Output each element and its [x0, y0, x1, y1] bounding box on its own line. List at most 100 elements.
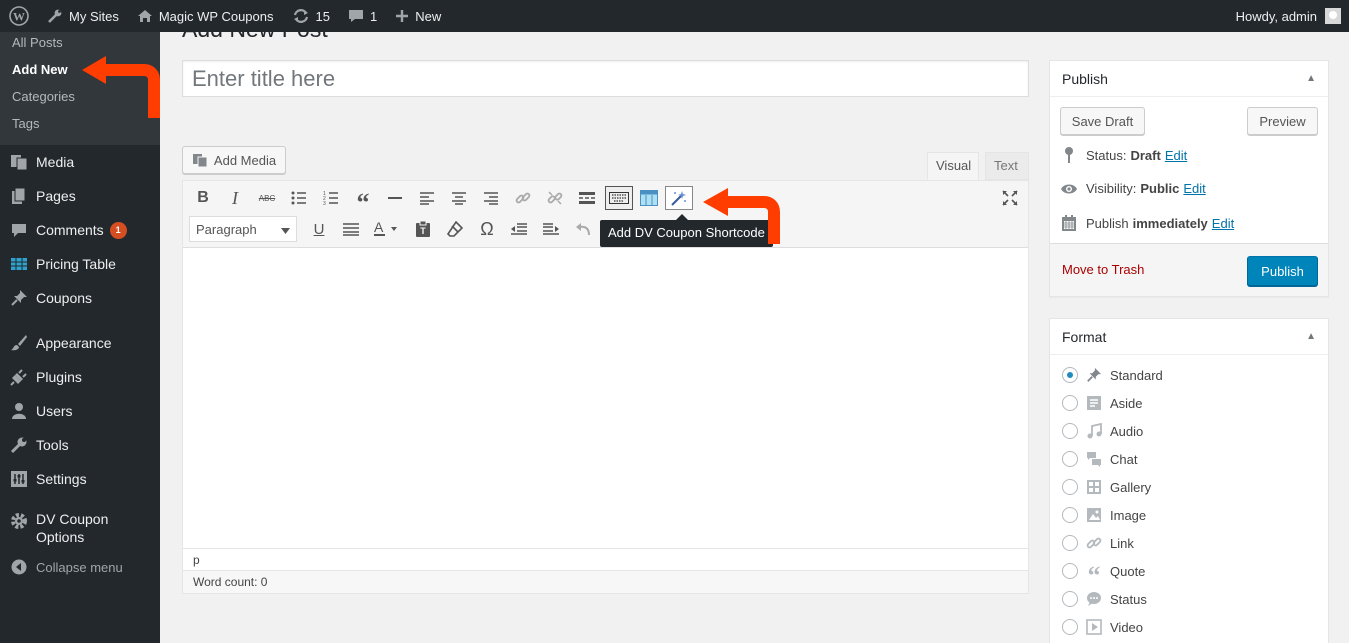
format-label: Standard: [1110, 367, 1163, 383]
sidebar-item-comments[interactable]: Comments 1: [0, 213, 160, 247]
toolbar-row-2: Paragraph U A T Ω: [187, 214, 599, 244]
tab-text[interactable]: Text: [985, 152, 1029, 180]
publish-box-title: Publish: [1062, 71, 1108, 87]
radio-gallery[interactable]: [1062, 479, 1078, 495]
collapse-menu-button[interactable]: Collapse menu: [0, 550, 160, 584]
word-count: Word count: 0: [183, 570, 1028, 593]
avatar[interactable]: [1325, 8, 1341, 24]
sidebar-item-media[interactable]: Media: [0, 145, 160, 179]
format-option-link[interactable]: Link: [1062, 533, 1134, 553]
radio-audio[interactable]: [1062, 423, 1078, 439]
aside-icon: [1084, 395, 1104, 411]
comments-menu[interactable]: 1: [339, 0, 386, 32]
element-path: p: [183, 548, 1028, 570]
wordpress-logo[interactable]: W: [0, 0, 38, 32]
radio-status[interactable]: [1062, 591, 1078, 607]
italic-icon[interactable]: I: [219, 184, 251, 212]
my-sites-menu[interactable]: My Sites: [38, 0, 128, 32]
fullscreen-icon[interactable]: [1002, 190, 1018, 209]
gallery-icon: [1084, 479, 1104, 495]
paste-as-text-icon[interactable]: T: [407, 215, 439, 243]
underline-icon[interactable]: U: [303, 215, 335, 243]
sidebar-item-settings[interactable]: Settings: [0, 462, 160, 496]
radio-quote[interactable]: [1062, 563, 1078, 579]
align-left-icon[interactable]: [411, 184, 443, 212]
publish-box-header[interactable]: Publish ▲: [1050, 61, 1328, 97]
sidebar-item-dv-coupon-options[interactable]: DV Coupon Options: [0, 507, 160, 547]
preview-button[interactable]: Preview: [1247, 107, 1318, 135]
format-option-aside[interactable]: Aside: [1062, 393, 1143, 413]
undo-icon[interactable]: [567, 215, 599, 243]
horizontal-line-icon[interactable]: [379, 184, 411, 212]
publish-button[interactable]: Publish: [1247, 256, 1318, 286]
strikethrough-icon[interactable]: ABC: [251, 184, 283, 212]
radio-standard[interactable]: [1062, 367, 1078, 383]
justify-icon[interactable]: [335, 215, 367, 243]
publish-edit-link[interactable]: Edit: [1212, 216, 1234, 231]
align-right-icon[interactable]: [475, 184, 507, 212]
editor-content-area[interactable]: [183, 248, 1028, 548]
format-option-audio[interactable]: Audio: [1062, 421, 1143, 441]
visibility-label: Visibility:: [1086, 181, 1137, 196]
sidebar-item-users[interactable]: Users: [0, 394, 160, 428]
status-edit-link[interactable]: Edit: [1165, 148, 1187, 163]
sidebar-item-pages[interactable]: Pages: [0, 179, 160, 213]
keyboard-toolbar-toggle-icon[interactable]: [605, 186, 633, 210]
radio-chat[interactable]: [1062, 451, 1078, 467]
sidebar-item-plugins[interactable]: Plugins: [0, 360, 160, 394]
chat-icon: [1084, 451, 1104, 467]
collapse-arrow-icon[interactable]: ▲: [1306, 61, 1316, 97]
visibility-edit-link[interactable]: Edit: [1183, 181, 1205, 196]
page-title: Add New Post: [182, 16, 328, 42]
format-option-video[interactable]: Video: [1062, 617, 1143, 637]
collapse-arrow-icon[interactable]: ▲: [1306, 319, 1316, 355]
move-to-trash-link[interactable]: Move to Trash: [1062, 262, 1144, 277]
align-center-icon[interactable]: [443, 184, 475, 212]
tab-visual[interactable]: Visual: [927, 152, 979, 180]
radio-link[interactable]: [1062, 535, 1078, 551]
text-color-icon[interactable]: A: [367, 215, 407, 243]
format-option-gallery[interactable]: Gallery: [1062, 477, 1151, 497]
format-box-header[interactable]: Format ▲: [1050, 319, 1328, 355]
post-status: Status: Draft Edit: [1060, 147, 1187, 163]
svg-text:A: A: [374, 221, 384, 235]
numbered-list-icon[interactable]: 123: [315, 184, 347, 212]
eraser-icon[interactable]: [439, 215, 471, 243]
comments-badge: 1: [109, 221, 127, 239]
format-option-quote[interactable]: “ Quote: [1062, 561, 1145, 590]
format-option-status[interactable]: Status: [1062, 589, 1147, 609]
sidebar-item-pricing-table[interactable]: Pricing Table: [0, 247, 160, 281]
format-option-standard[interactable]: Standard: [1062, 365, 1163, 385]
omega-icon[interactable]: Ω: [471, 215, 503, 243]
outdent-icon[interactable]: [503, 215, 535, 243]
format-box-title: Format: [1062, 329, 1107, 345]
calendar-icon: [1060, 215, 1078, 231]
eye-icon: [1060, 183, 1078, 195]
read-more-icon[interactable]: [571, 184, 603, 212]
unlink-icon[interactable]: [539, 184, 571, 212]
new-content-menu[interactable]: New: [386, 0, 450, 32]
indent-icon[interactable]: [535, 215, 567, 243]
post-title-input[interactable]: [182, 60, 1029, 97]
magic-wand-icon[interactable]: [665, 186, 693, 210]
link-icon[interactable]: [507, 184, 539, 212]
radio-video[interactable]: [1062, 619, 1078, 635]
format-option-image[interactable]: Image: [1062, 505, 1146, 525]
bullet-list-icon[interactable]: [283, 184, 315, 212]
sidebar-item-appearance[interactable]: Appearance: [0, 326, 160, 360]
add-media-button[interactable]: Add Media: [182, 146, 286, 174]
format-option-chat[interactable]: Chat: [1062, 449, 1137, 469]
settings-icon: [9, 470, 29, 488]
howdy-user[interactable]: Howdy, admin: [1236, 9, 1317, 24]
format-select[interactable]: Paragraph: [189, 216, 297, 242]
bold-icon[interactable]: B: [187, 184, 219, 212]
radio-aside[interactable]: [1062, 395, 1078, 411]
save-draft-button[interactable]: Save Draft: [1060, 107, 1145, 135]
radio-image[interactable]: [1062, 507, 1078, 523]
collapse-icon: [9, 559, 29, 575]
video-icon: [1084, 619, 1104, 635]
sidebar-item-tools[interactable]: Tools: [0, 428, 160, 462]
sidebar-item-coupons[interactable]: Coupons: [0, 281, 160, 315]
blockquote-icon[interactable]: “: [347, 184, 379, 217]
pricing-table-insert-icon[interactable]: [635, 184, 663, 212]
